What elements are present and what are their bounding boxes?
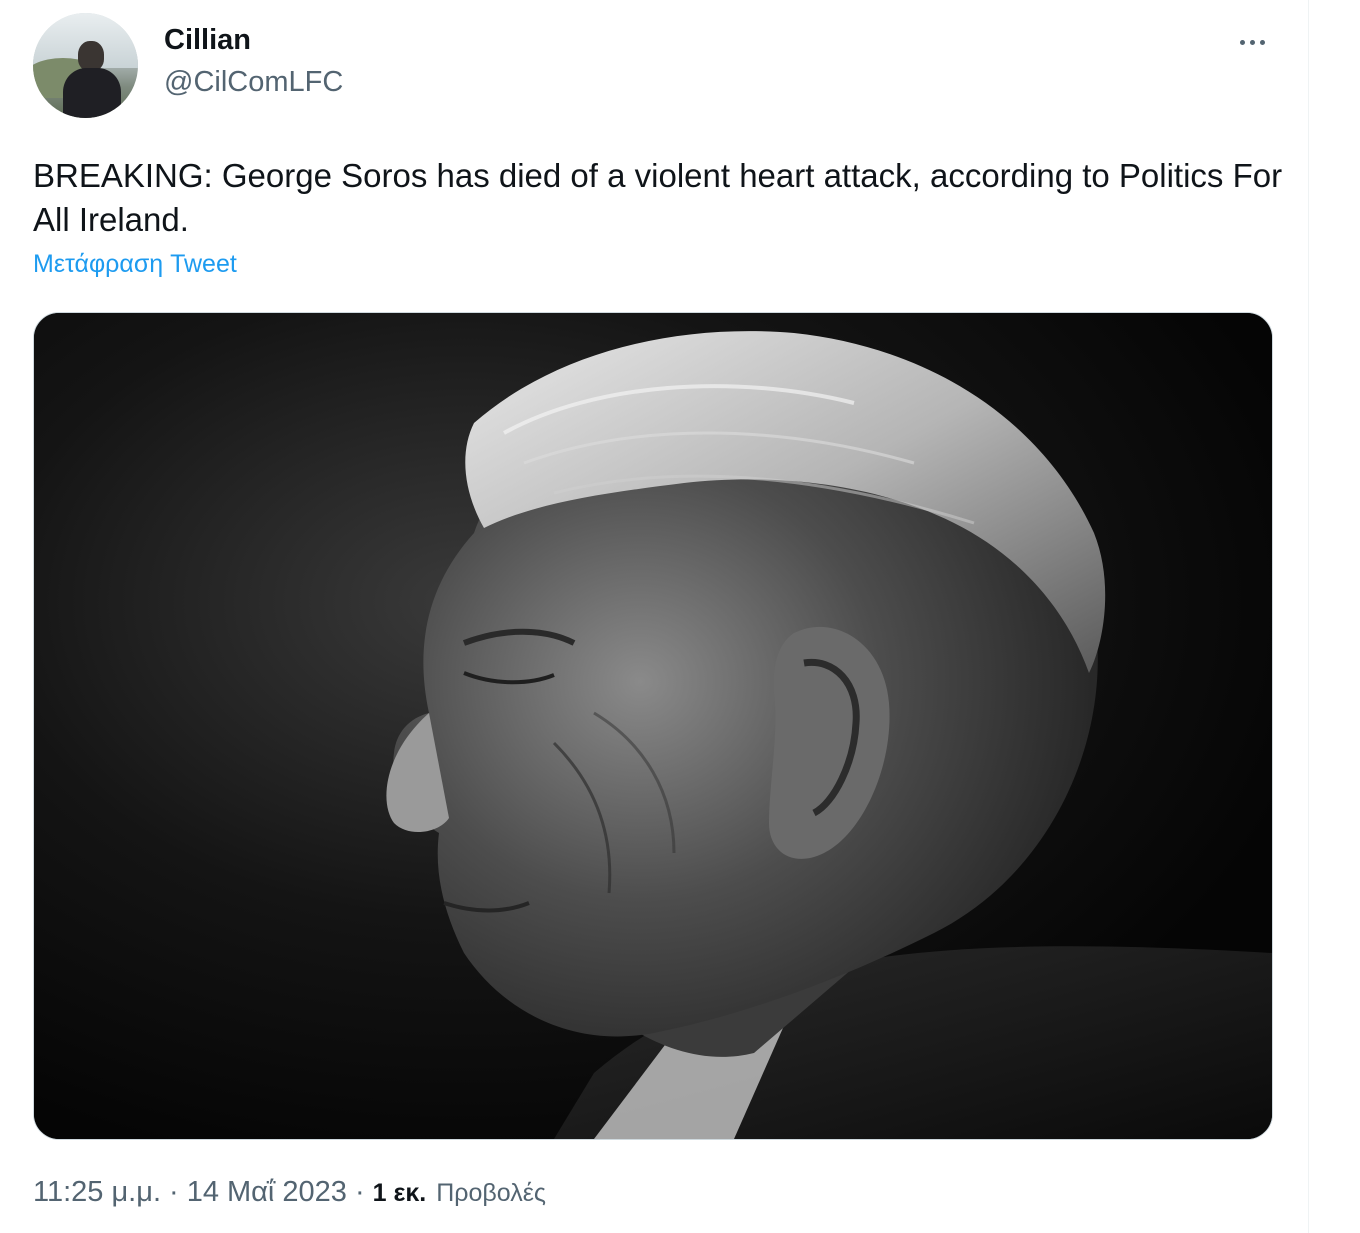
avatar-person-head	[78, 41, 104, 71]
tweet-date[interactable]: 14 Μαΐ 2023	[187, 1176, 347, 1209]
tweet-time[interactable]: 11:25 μ.μ.	[33, 1176, 161, 1209]
avatar-person-body	[63, 68, 121, 118]
meta-separator: ·	[169, 1176, 179, 1208]
views-count: 1 εκ.	[372, 1179, 427, 1207]
portrait-photo	[34, 313, 1272, 1139]
views-label: Προβολές	[436, 1179, 546, 1207]
more-options-button[interactable]	[1228, 26, 1276, 58]
tweet-card: Cillian @CilComLFC BREAKING: George Soro…	[0, 0, 1308, 1233]
author-display-name[interactable]: Cillian	[164, 24, 251, 57]
more-dots-icon	[1259, 39, 1265, 45]
author-handle[interactable]: @CilComLFC	[164, 66, 343, 99]
author-avatar[interactable]	[33, 13, 138, 118]
right-divider	[1308, 0, 1309, 1233]
tweet-text: BREAKING: George Soros has died of a vio…	[33, 157, 1283, 238]
tweet-media-image[interactable]	[33, 312, 1273, 1140]
meta-separator: ·	[354, 1176, 365, 1208]
more-dots-icon	[1249, 39, 1255, 45]
more-dots-icon	[1239, 39, 1245, 45]
translate-tweet-link[interactable]: Μετάφραση Tweet	[33, 250, 237, 279]
tweet-meta: 11:25 μ.μ. · 14 Μαΐ 2023 · 1 εκ. Προβολέ…	[33, 1176, 546, 1209]
